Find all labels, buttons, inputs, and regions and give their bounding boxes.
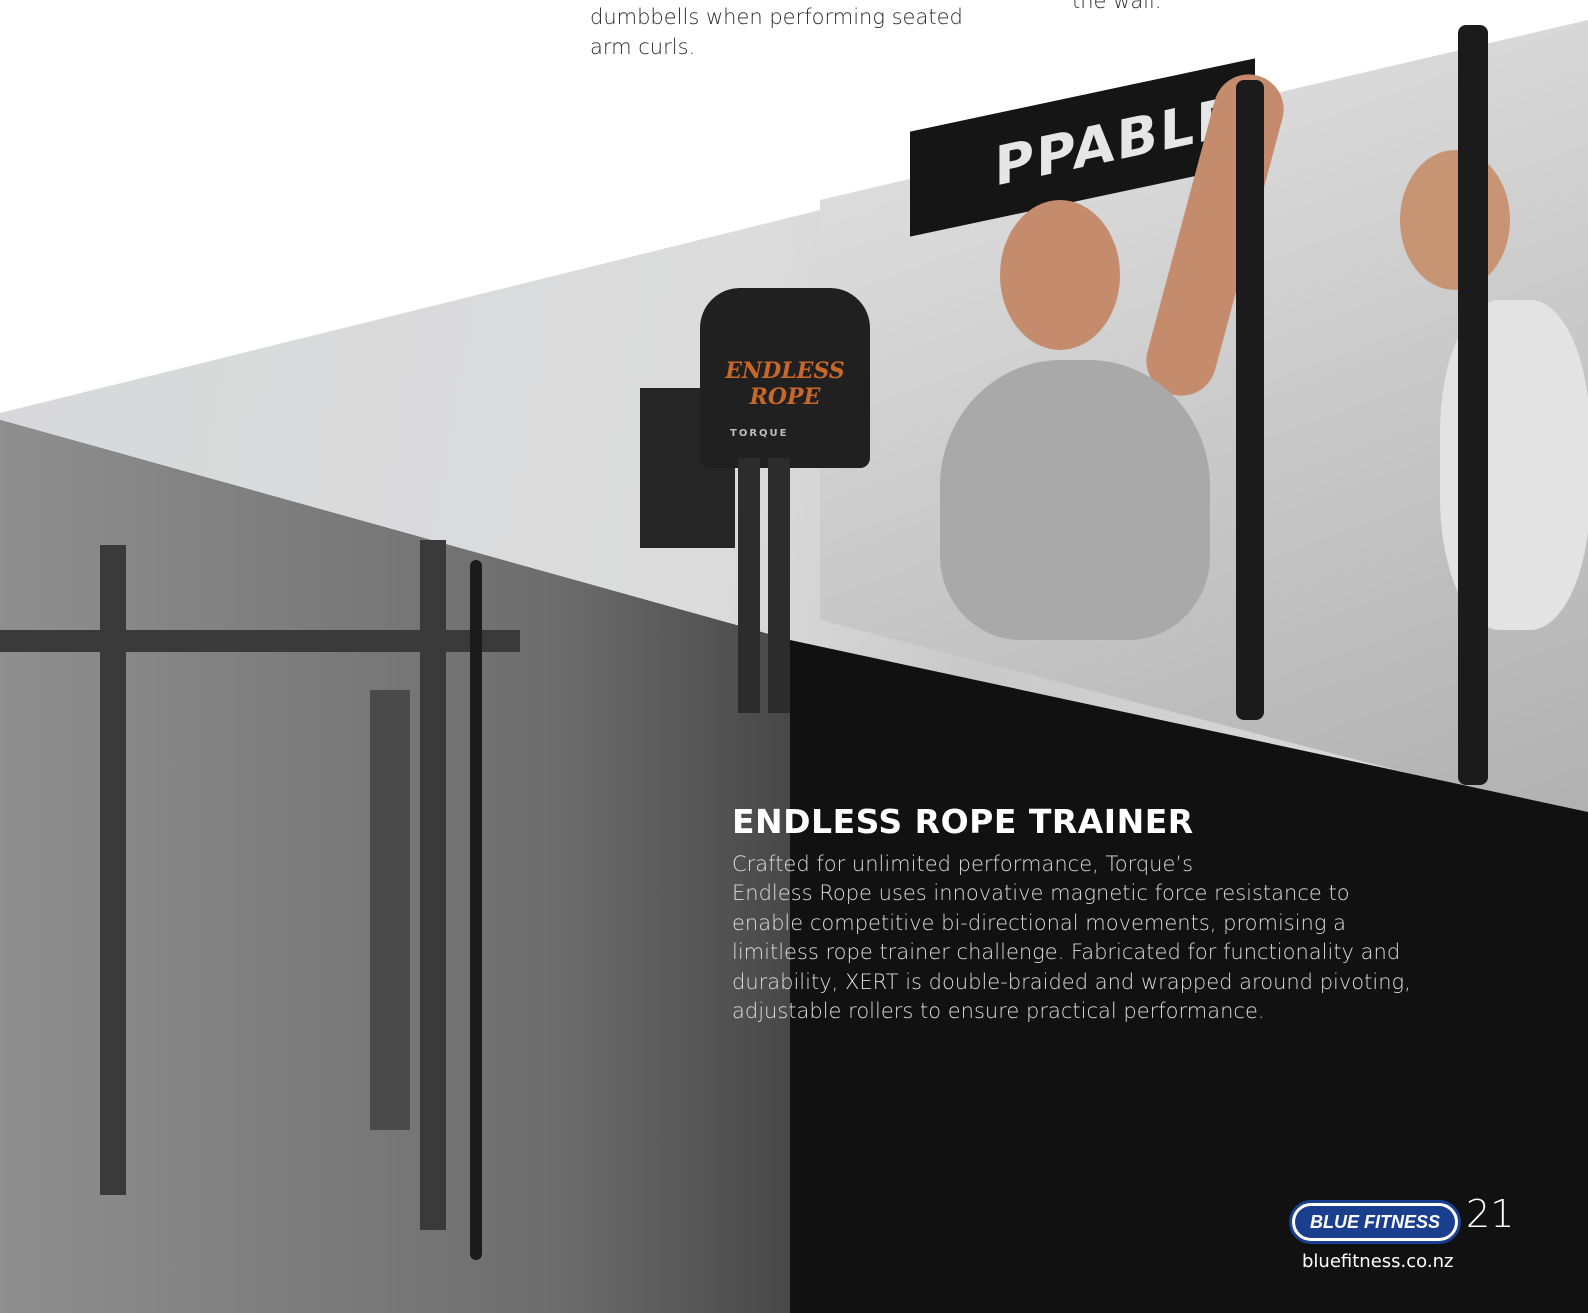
- rack-rope: [470, 560, 482, 1260]
- description-line-2: Endless Rope uses innovative magnetic fo…: [732, 881, 1350, 905]
- description-line-3: enable competitive bi-directional moveme…: [732, 911, 1347, 935]
- woman-body: [940, 360, 1210, 640]
- product-logo-line-2: ROPE: [749, 384, 821, 410]
- top-left-text: dumbbells when performing seated arm cur…: [590, 2, 1010, 62]
- rope-strap-left: [738, 458, 760, 713]
- product-logo: ENDLESS ROPE: [720, 358, 850, 410]
- woman-head: [1000, 200, 1120, 350]
- top-left-line-1: dumbbells when performing seated: [590, 5, 963, 29]
- rack-pad: [370, 690, 410, 1130]
- rope-left: [1236, 80, 1264, 720]
- rope-strap-right: [768, 458, 790, 713]
- top-left-line-2: arm curls.: [590, 35, 696, 59]
- page-number: 21: [1466, 1192, 1515, 1236]
- rope-right: [1458, 25, 1488, 785]
- website-url: bluefitness.co.nz: [1302, 1251, 1454, 1272]
- top-right-text: the wall.: [1072, 0, 1162, 13]
- rack-crossbar: [0, 630, 520, 652]
- description-line-4: limitless rope trainer challenge. Fabric…: [732, 940, 1401, 964]
- description-line-6: adjustable rollers to ensure practical p…: [732, 999, 1265, 1023]
- endless-rope-product: ENDLESS ROPE TORQUE: [640, 288, 900, 718]
- section-title: ENDLESS ROPE TRAINER: [732, 802, 1194, 841]
- man-head: [1400, 150, 1510, 290]
- product-logo-line-1: ENDLESS: [725, 358, 845, 384]
- product-brand: TORQUE: [730, 428, 789, 439]
- logo-text: BLUE FITNESS: [1295, 1206, 1455, 1238]
- description-line-5: durability, XERT is double-braided and w…: [732, 970, 1411, 994]
- blue-fitness-logo: BLUE FITNESS: [1289, 1200, 1461, 1244]
- description-line-1: Crafted for unlimited performance, Torqu…: [732, 852, 1194, 876]
